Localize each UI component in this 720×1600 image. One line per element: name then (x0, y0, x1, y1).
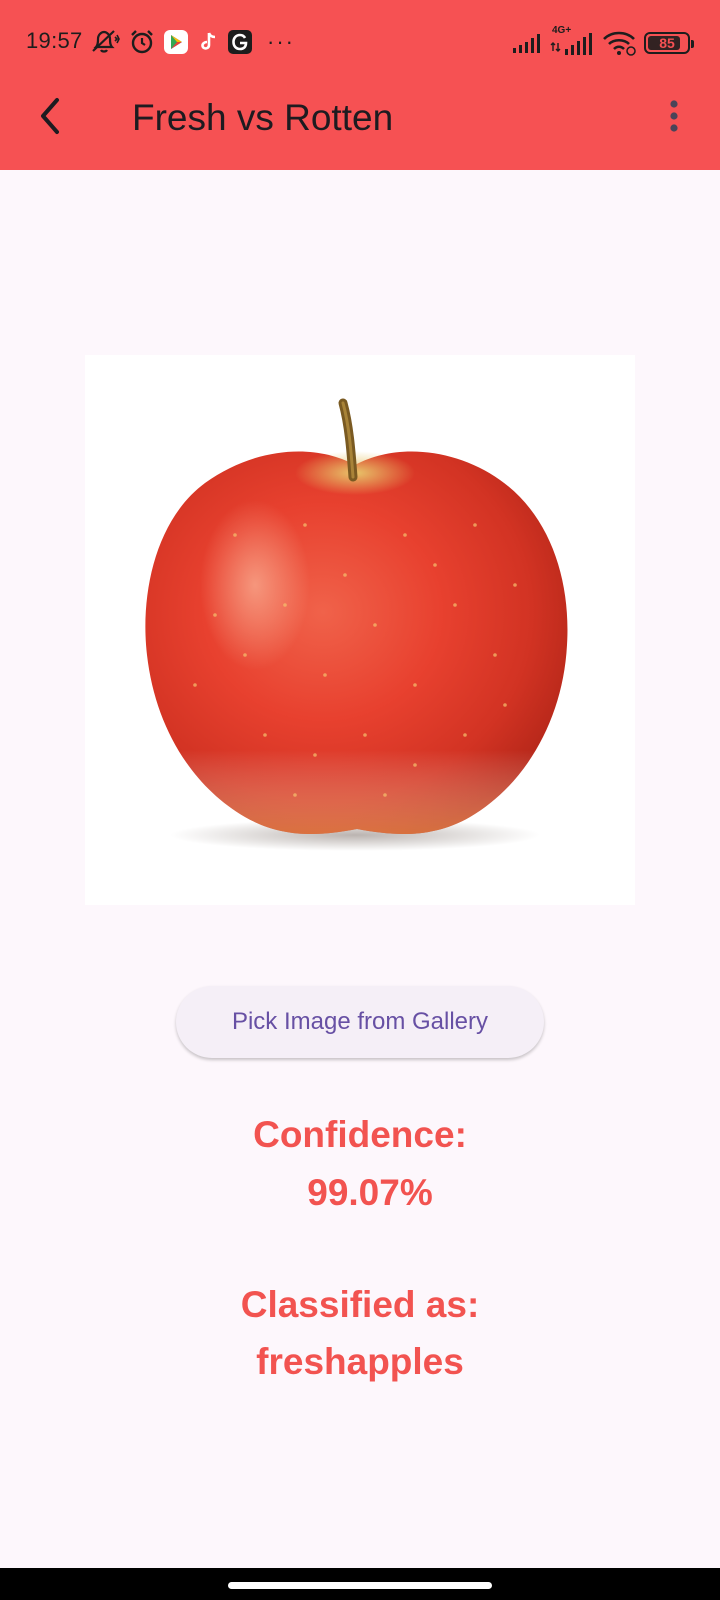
page-title: Fresh vs Rotten (132, 97, 394, 138)
status-bar: 19:57 ··· 4G+ 85 (0, 0, 720, 86)
apple-photo (145, 398, 568, 851)
back-arrow-icon (37, 96, 63, 141)
status-time: 19:57 (26, 28, 83, 53)
battery-level: 85 (659, 35, 675, 51)
status-left-icons: ··· (90, 28, 295, 56)
notifications-muted-icon (90, 29, 120, 55)
status-right-icons: 4G+ 85 (512, 25, 694, 58)
tiktok-icon (197, 30, 219, 54)
battery-icon: 85 (644, 32, 694, 54)
more-vert-icon (669, 98, 679, 139)
confidence-value: 99.07% (307, 1172, 433, 1213)
pick-image-button[interactable]: Pick Image from Gallery (176, 986, 544, 1058)
top-bar: 19:57 ··· 4G+ 85 Fresh vs Rotten (0, 0, 720, 170)
selected-image (85, 355, 635, 905)
classified-label: Classified as: (240, 1284, 480, 1325)
signal-4g-icon: 4G+ (550, 25, 594, 57)
screen: 19:57 ··· 4G+ 85 Fresh vs Rotten Pick Im… (0, 0, 720, 1600)
back-button[interactable] (28, 96, 72, 140)
app-bar: Fresh vs Rotten (0, 86, 720, 170)
alarm-icon (129, 29, 155, 55)
navigation-bar (0, 1568, 720, 1600)
classified-value: freshapples (256, 1341, 464, 1382)
signal-icon (512, 32, 542, 54)
wifi-icon (602, 30, 636, 56)
play-store-icon (164, 30, 188, 54)
status-overflow-dots: ··· (267, 29, 295, 54)
home-indicator[interactable] (228, 1582, 492, 1589)
g-app-icon (228, 30, 252, 54)
confidence-label: Confidence: (253, 1114, 467, 1155)
overflow-menu-button[interactable] (662, 96, 686, 140)
